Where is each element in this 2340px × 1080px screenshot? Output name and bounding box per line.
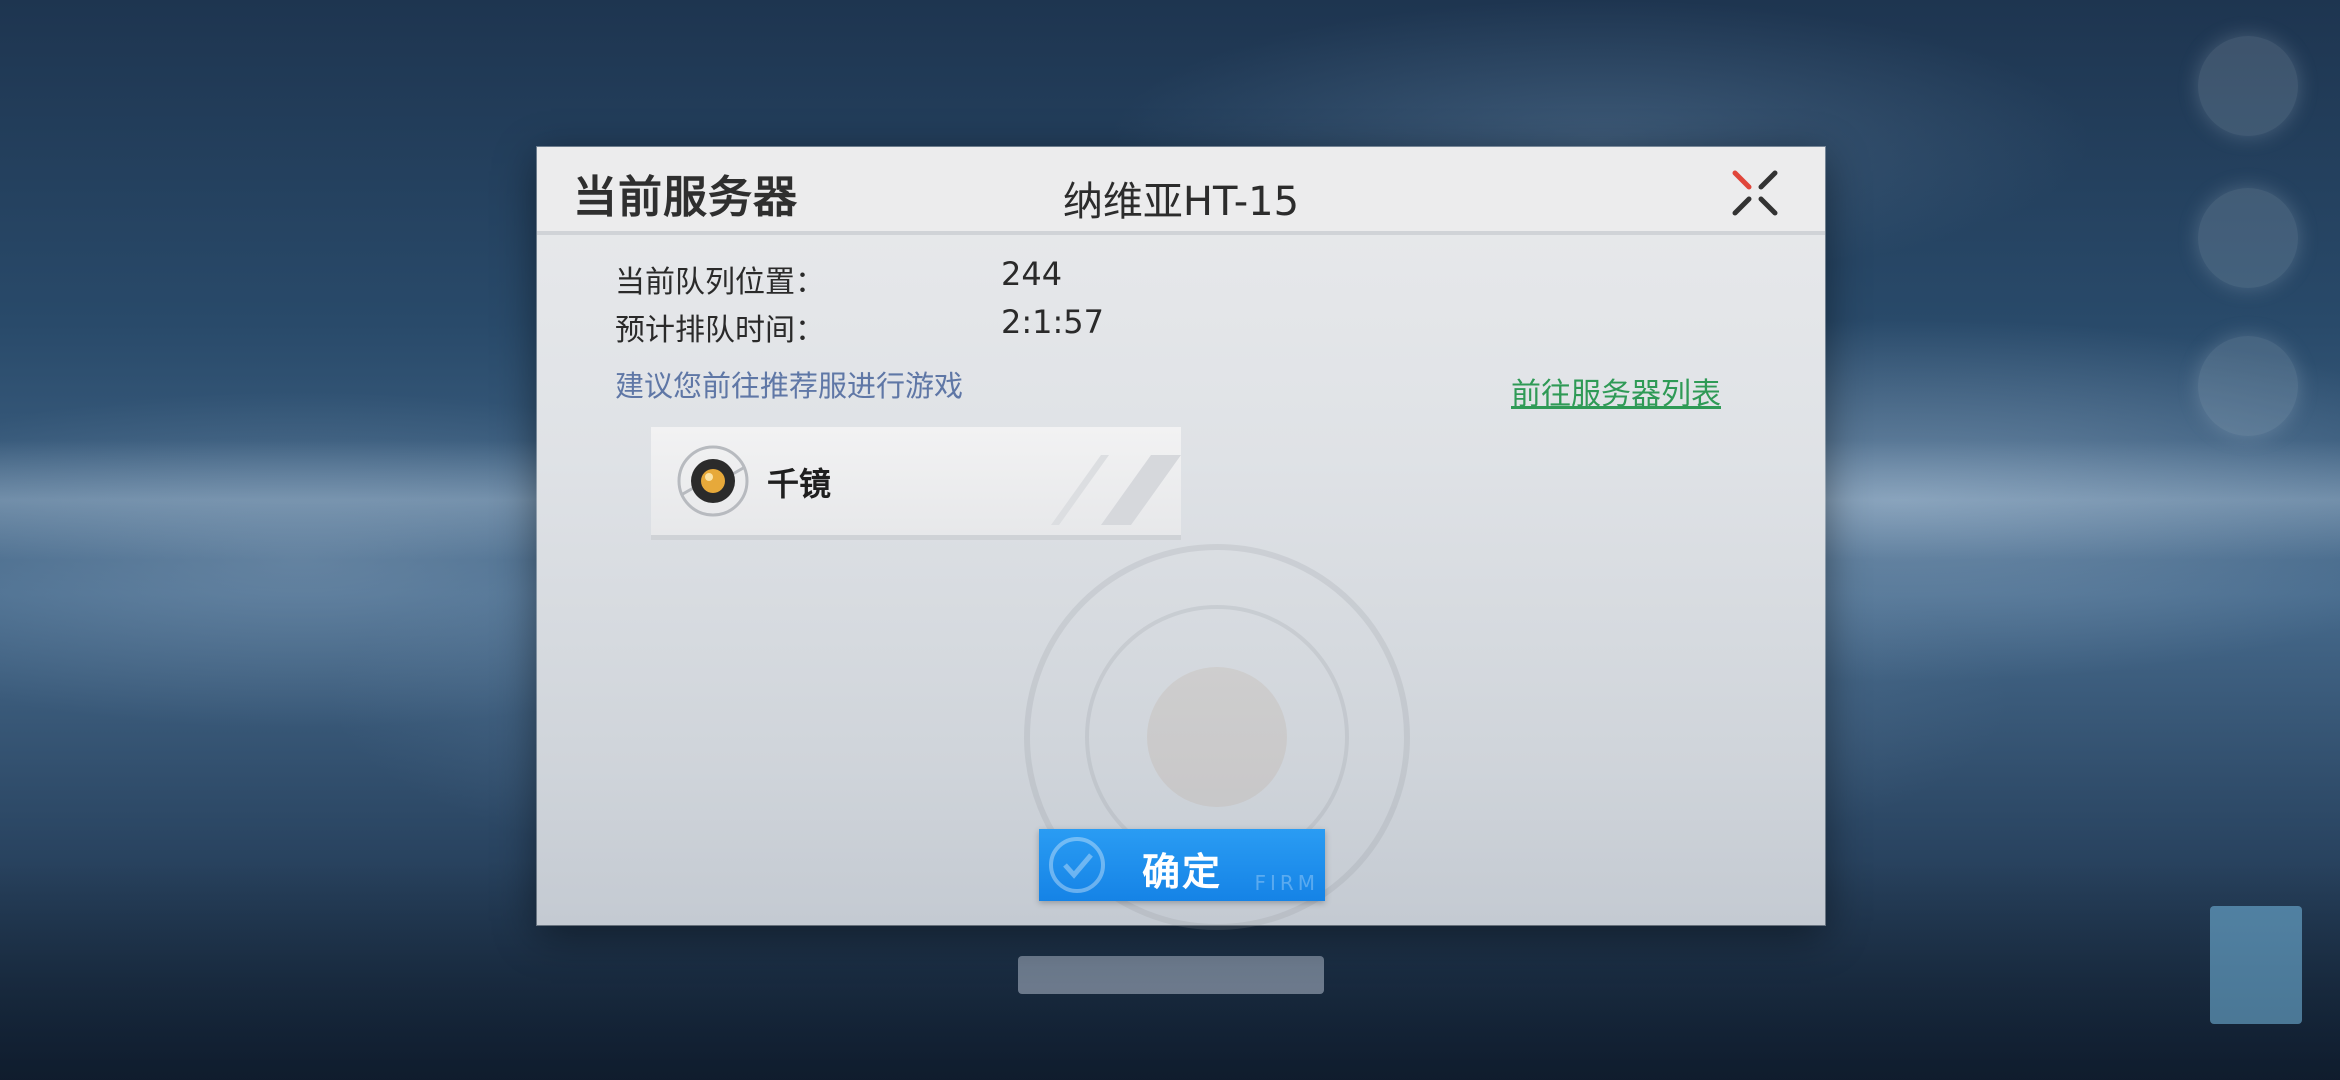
estimated-time-label: 预计排队时间： bbox=[615, 313, 825, 348]
confirm-button-sub-label: FIRM bbox=[1254, 871, 1319, 895]
dialog-header: 当前服务器 纳维亚HT-15 bbox=[537, 147, 1825, 235]
recommended-server-name: 千镜 bbox=[767, 465, 832, 503]
side-tile bbox=[2210, 906, 2302, 1024]
side-menu-icon bbox=[2198, 36, 2298, 136]
server-item-stripe-decoration bbox=[1051, 455, 1181, 525]
queue-position-value: 244 bbox=[1001, 255, 1063, 293]
server-queue-dialog: 当前服务器 纳维亚HT-15 当前队列位置： 244 预计排队时间： 2:1:5… bbox=[537, 147, 1825, 930]
game-background: 当前服务器 纳维亚HT-15 当前队列位置： 244 预计排队时间： 2:1:5… bbox=[0, 0, 2340, 1080]
server-status-icon bbox=[677, 445, 749, 517]
close-icon[interactable] bbox=[1727, 165, 1783, 221]
background-blurred-text bbox=[1018, 956, 1324, 994]
confirm-button[interactable]: 确定 FIRM bbox=[1039, 829, 1325, 901]
estimated-time-value: 2:1:57 bbox=[1001, 303, 1104, 341]
side-edit-icon bbox=[2198, 336, 2298, 436]
queue-position-label: 当前队列位置： bbox=[615, 265, 825, 300]
side-settings-icon bbox=[2198, 188, 2298, 288]
server-list-link[interactable]: 前往服务器列表 bbox=[1511, 369, 1721, 413]
suggestion-text: 建议您前往推荐服进行游戏 bbox=[615, 369, 964, 403]
recommended-server-item[interactable]: 千镜 bbox=[651, 427, 1181, 540]
current-server-name: 纳维亚HT-15 bbox=[1062, 179, 1300, 225]
